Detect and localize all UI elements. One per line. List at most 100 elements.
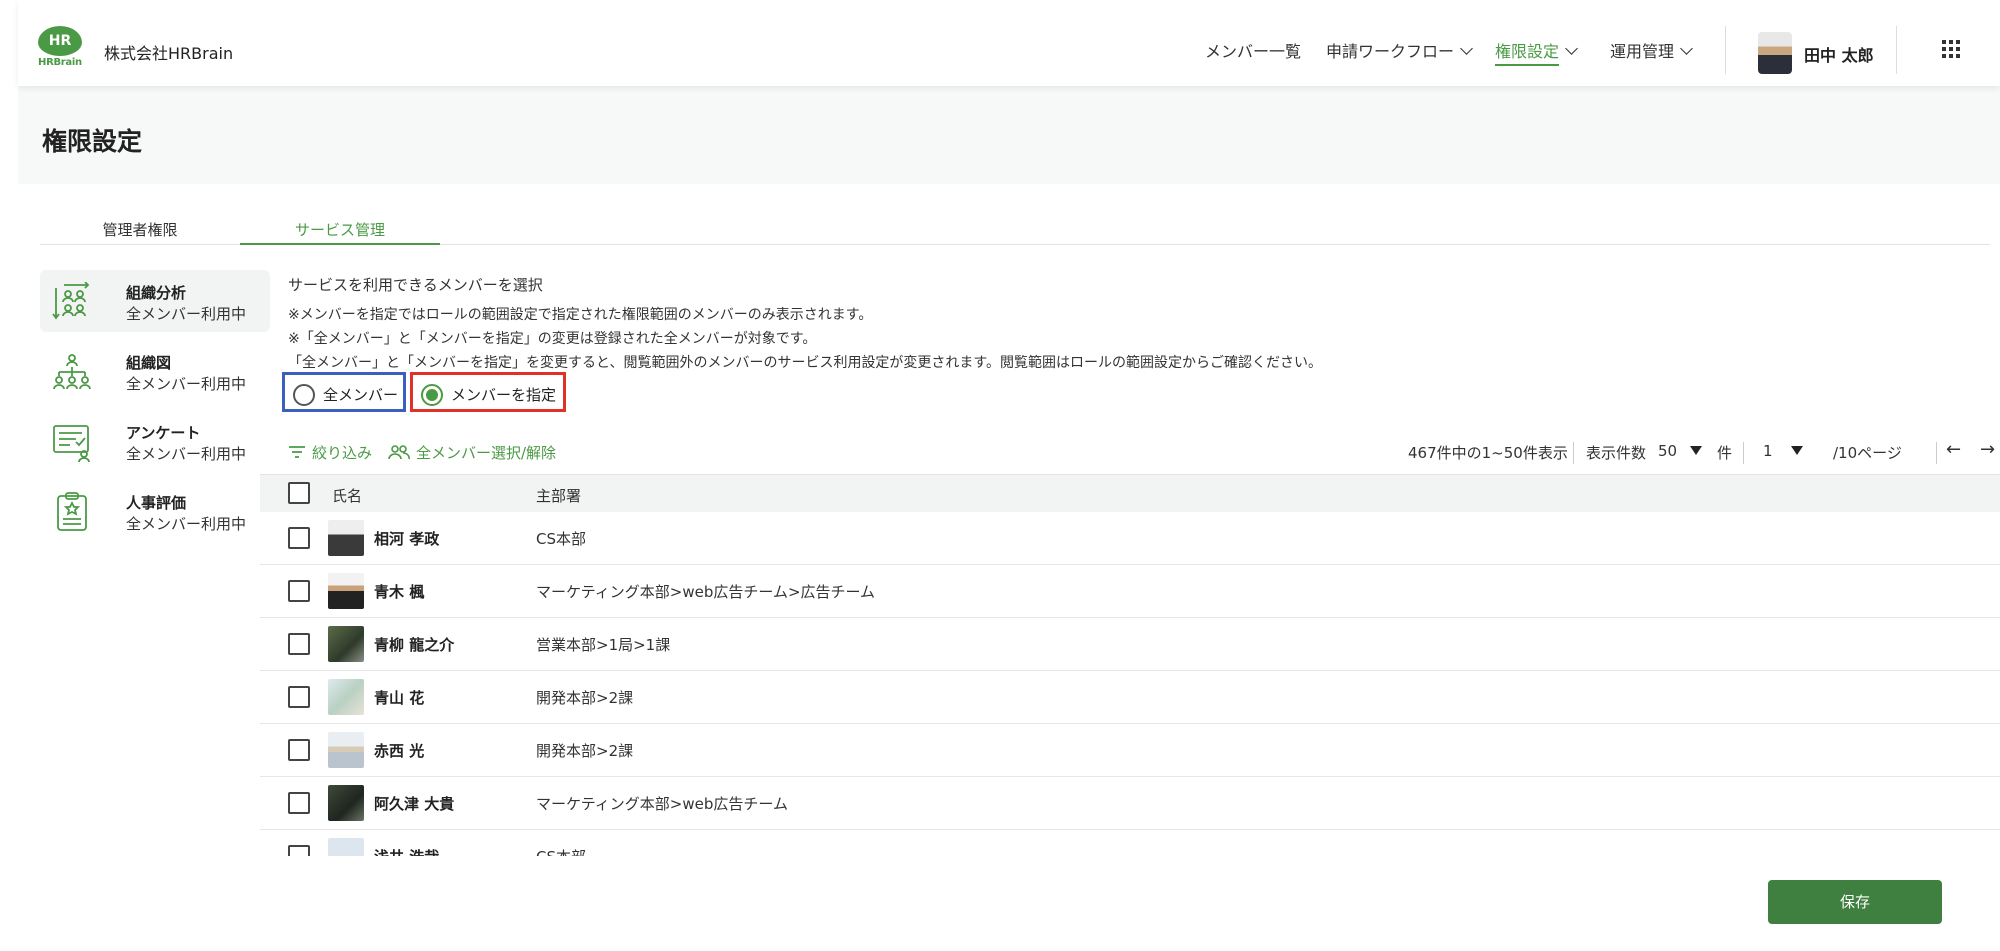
- nav-permissions[interactable]: 権限設定: [1495, 38, 1578, 66]
- member-avatar: [328, 626, 364, 662]
- radio-label: メンバーを指定: [451, 386, 557, 404]
- service-item-org-chart[interactable]: 組織図 全メンバー利用中: [40, 340, 270, 402]
- save-button[interactable]: 保存: [1768, 880, 1942, 924]
- user-avatar[interactable]: [1758, 32, 1792, 74]
- chevron-down-icon: [1565, 42, 1578, 55]
- page-title-band: 権限設定: [18, 86, 2000, 184]
- service-status: 全メンバー利用中: [126, 515, 247, 533]
- table-row[interactable]: 青木 楓 マーケティング本部>web広告チーム>広告チーム: [260, 565, 2000, 618]
- row-checkbox[interactable]: [288, 739, 310, 761]
- member-name: 青柳 龍之介: [374, 636, 455, 654]
- table-row[interactable]: 相河 孝政 CS本部: [260, 512, 2000, 565]
- per-page-value: 50: [1658, 442, 1678, 460]
- select-all-checkbox[interactable]: [288, 482, 310, 504]
- page-title: 権限設定: [42, 127, 143, 156]
- service-status: 全メンバー利用中: [126, 445, 247, 463]
- table-row[interactable]: 青山 花 開発本部>2課: [260, 671, 2000, 724]
- nav-operations[interactable]: 運用管理: [1610, 38, 1693, 62]
- per-page-label: 表示件数: [1586, 444, 1647, 462]
- member-name: 相河 孝政: [374, 530, 440, 548]
- header-divider: [1725, 26, 1726, 74]
- member-avatar: [328, 785, 364, 821]
- logo-wordmark: HRBrain: [38, 57, 82, 68]
- service-item-org-analysis[interactable]: 組織分析 全メンバー利用中: [40, 270, 270, 332]
- total-pages: /10ページ: [1833, 444, 1902, 462]
- member-department: マーケティング本部>web広告チーム>広告チーム: [536, 583, 876, 601]
- org-chart-icon: [53, 354, 91, 390]
- top-header: HR HRBrain 株式会社HRBrain メンバー一覧 申請ワークフロー 権…: [18, 0, 2000, 86]
- hrbrain-logo[interactable]: HR HRBrain: [38, 26, 84, 74]
- service-item-evaluation[interactable]: 人事評価 全メンバー利用中: [40, 480, 270, 542]
- member-avatar: [328, 732, 364, 768]
- app-frame: HR HRBrain 株式会社HRBrain メンバー一覧 申請ワークフロー 権…: [18, 0, 2000, 951]
- service-name: 組織図: [126, 354, 172, 372]
- tab-service-management[interactable]: サービス管理: [240, 219, 440, 245]
- service-name: 組織分析: [126, 284, 187, 302]
- member-table: 氏名 主部署 相河 孝政 CS本部 青木 楓 マーケティング本部>web広告チー…: [260, 474, 2000, 856]
- app-grid-icon[interactable]: [1942, 40, 1960, 58]
- member-avatar: [328, 679, 364, 715]
- table-row[interactable]: 赤西 光 開発本部>2課: [260, 724, 2000, 777]
- company-name: 株式会社HRBrain: [104, 44, 234, 63]
- toolbar-divider: [1573, 442, 1574, 464]
- result-count: 467件中の1~50件表示: [1408, 444, 1568, 462]
- per-page-select[interactable]: 50: [1658, 442, 1702, 460]
- member-department: 営業本部>1局>1課: [536, 636, 671, 654]
- member-department: マーケティング本部>web広告チーム: [536, 795, 788, 813]
- nav-member-list[interactable]: メンバー一覧: [1205, 38, 1301, 62]
- table-header: 氏名 主部署: [260, 474, 2000, 512]
- row-checkbox[interactable]: [288, 633, 310, 655]
- row-checkbox[interactable]: [288, 527, 310, 549]
- service-item-survey[interactable]: アンケート 全メンバー利用中: [40, 410, 270, 472]
- select-all-button[interactable]: 全メンバー選択/解除: [388, 442, 556, 463]
- service-name: 人事評価: [126, 494, 187, 512]
- radio-button-selected[interactable]: [421, 384, 443, 406]
- member-avatar: [328, 520, 364, 556]
- nav-label: 申請ワークフロー: [1326, 42, 1455, 61]
- radio-button[interactable]: [293, 384, 315, 406]
- chevron-down-icon: [1680, 42, 1693, 55]
- caret-down-icon: [1689, 446, 1702, 455]
- row-checkbox[interactable]: [288, 580, 310, 602]
- row-checkbox[interactable]: [288, 792, 310, 814]
- member-select-heading: サービスを利用できるメンバーを選択: [288, 276, 543, 294]
- page-select[interactable]: 1: [1763, 442, 1804, 460]
- table-row[interactable]: 阿久津 大貴 マーケティング本部>web広告チーム: [260, 777, 2000, 830]
- member-name: 浅井 浩哉: [374, 846, 439, 856]
- toolbar-divider: [1743, 442, 1744, 464]
- radio-specify-members[interactable]: メンバーを指定: [410, 372, 566, 412]
- header-divider: [1896, 26, 1897, 74]
- survey-icon: [53, 425, 90, 462]
- member-name: 青木 楓: [374, 583, 425, 601]
- note-text: ※メンバーを指定ではロールの範囲設定で指定された権限範囲のメンバーのみ表示されま…: [288, 307, 873, 323]
- page-value: 1: [1763, 442, 1773, 460]
- nav-label: 運用管理: [1610, 42, 1675, 61]
- logo-mark: HR: [38, 26, 82, 56]
- tab-admin-permissions[interactable]: 管理者権限: [40, 219, 240, 245]
- member-department: CS本部: [536, 846, 586, 856]
- tab-label: サービス管理: [294, 221, 385, 239]
- filter-label: 絞り込み: [312, 444, 373, 462]
- per-page-unit: 件: [1717, 444, 1733, 462]
- tab-label: 管理者権限: [102, 221, 178, 239]
- table-row[interactable]: 浅井 浩哉 CS本部: [260, 830, 2000, 856]
- filter-button[interactable]: 絞り込み: [288, 442, 372, 463]
- member-avatar: [328, 573, 364, 609]
- filter-icon: [289, 446, 305, 458]
- note-text: 「全メンバー」と「メンバーを指定」を変更すると、閲覧範囲外のメンバーのサービス利…: [288, 355, 1323, 371]
- row-checkbox[interactable]: [288, 845, 310, 856]
- caret-down-icon: [1791, 446, 1804, 455]
- prev-page-arrow-icon[interactable]: ←: [1946, 439, 1961, 460]
- user-name[interactable]: 田中 太郎: [1804, 42, 1874, 66]
- member-name: 阿久津 大貴: [374, 795, 455, 813]
- service-status: 全メンバー利用中: [126, 375, 247, 393]
- nav-workflow[interactable]: 申請ワークフロー: [1326, 38, 1473, 62]
- service-name: アンケート: [126, 424, 201, 442]
- next-page-arrow-icon[interactable]: →: [1980, 439, 1995, 460]
- chevron-down-icon: [1460, 42, 1473, 55]
- radio-all-members[interactable]: 全メンバー: [282, 372, 406, 412]
- evaluation-icon: [57, 492, 87, 531]
- select-all-label: 全メンバー選択/解除: [416, 444, 557, 462]
- table-row[interactable]: 青柳 龍之介 営業本部>1局>1課: [260, 618, 2000, 671]
- row-checkbox[interactable]: [288, 686, 310, 708]
